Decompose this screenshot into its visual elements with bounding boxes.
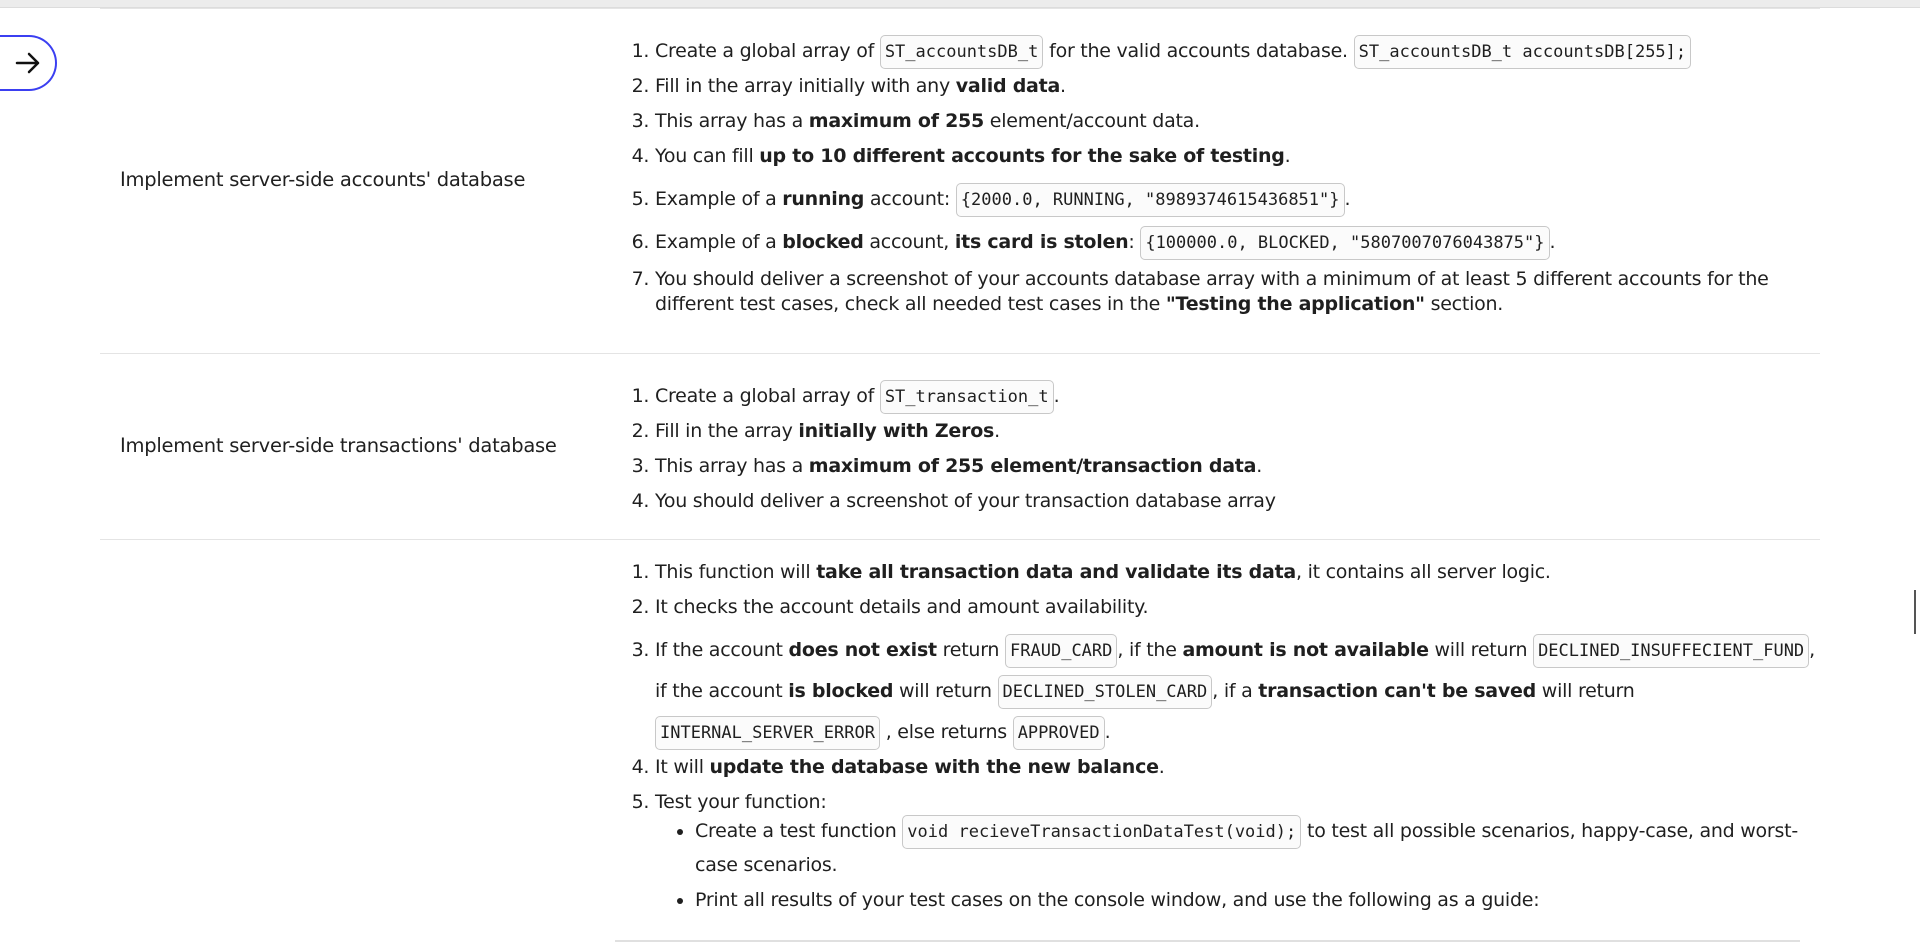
expand-sidebar-button[interactable] — [0, 35, 57, 91]
list-item: Example of a running account: {2000.0, R… — [655, 179, 1815, 220]
list-item: You should deliver a screenshot of your … — [655, 489, 1815, 514]
list-item: Create a test function void recieveTrans… — [695, 815, 1815, 882]
table-divider — [100, 539, 1820, 540]
list-item: Create a global array of ST_accountsDB_t… — [655, 31, 1815, 72]
list-item: Create a global array of ST_transaction_… — [655, 376, 1815, 417]
inline-code: void recieveTransactionDataTest(void); — [902, 815, 1302, 849]
inline-code: INTERNAL_SERVER_ERROR — [655, 716, 880, 750]
list-item: Fill in the array initially with any val… — [655, 74, 1815, 99]
list-item: Print all results of your test cases on … — [695, 884, 1815, 917]
inline-code: ST_accountsDB_t — [879, 35, 1044, 69]
row-title-accounts-db: Implement server-side accounts' database — [120, 168, 526, 191]
inline-code: FRAUD_CARD — [1005, 634, 1118, 668]
inline-code: {100000.0, BLOCKED, "5807007076043875"} — [1140, 226, 1550, 260]
list-item: This array has a maximum of 255 element/… — [655, 454, 1815, 479]
list-item: Example of a blocked account, its card i… — [655, 222, 1815, 263]
table-divider — [100, 8, 1820, 9]
inline-code: APPROVED — [1012, 716, 1105, 750]
list-item: Test your function: Create a test functi… — [655, 790, 1815, 917]
arrow-right-icon — [15, 52, 39, 74]
list-item: This function will take all transaction … — [655, 560, 1815, 585]
row-title-transactions-db: Implement server-side transactions' data… — [120, 434, 557, 457]
list-item: It checks the account details and amount… — [655, 595, 1815, 620]
transactions-db-steps: Create a global array of ST_transaction_… — [630, 376, 1815, 524]
inline-code: DECLINED_STOLEN_CARD — [997, 675, 1213, 709]
list-item: Fill in the array initially with Zeros. — [655, 419, 1815, 444]
table-divider — [100, 353, 1820, 354]
list-item: This array has a maximum of 255 element/… — [655, 109, 1815, 134]
list-item: You can fill up to 10 different accounts… — [655, 144, 1815, 169]
inline-code: ST_accountsDB_t accountsDB[255]; — [1353, 35, 1692, 69]
inline-code: {2000.0, RUNNING, "8989374615436851"} — [955, 183, 1345, 217]
top-bar — [0, 0, 1920, 8]
inline-code: ST_transaction_t — [879, 380, 1054, 414]
list-item: If the account does not exist return FRA… — [655, 630, 1815, 753]
list-item: You should deliver a screenshot of your … — [655, 267, 1815, 317]
scrollbar-thumb[interactable] — [1914, 590, 1916, 634]
receive-transaction-steps: This function will take all transaction … — [630, 560, 1815, 919]
list-item: It will update the database with the new… — [655, 755, 1815, 780]
accounts-db-steps: Create a global array of ST_accountsDB_t… — [630, 31, 1815, 327]
test-function-subitems: Create a test function void recieveTrans… — [655, 815, 1815, 917]
inline-code: DECLINED_INSUFFECIENT_FUND — [1533, 634, 1810, 668]
